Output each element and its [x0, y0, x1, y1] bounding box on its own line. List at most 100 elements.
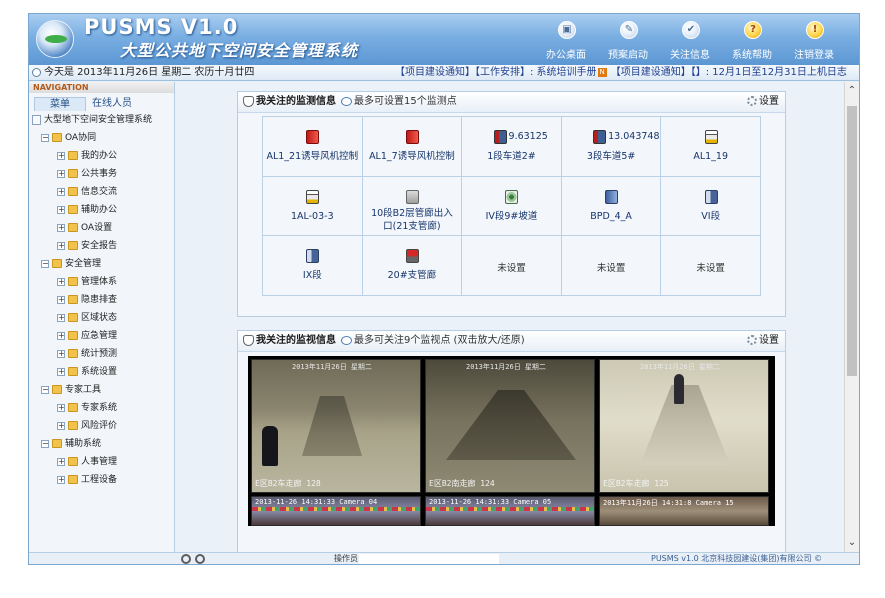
video-title-text: 我关注的监视信息 — [256, 335, 336, 346]
tree-item[interactable]: + 人事管理 — [57, 454, 117, 470]
monitor-label: AL1_7诱导风机控制 — [369, 151, 455, 162]
video-feed[interactable]: 2013年11月26日 14:31:8 Camera 15 — [599, 496, 769, 526]
tree-item-label: 专家系统 — [81, 403, 118, 413]
notice-text-2[interactable]: 【项目建设通知】【】: 12月1日至12月31日上机日志 — [608, 67, 847, 78]
shelf-strip — [426, 507, 594, 511]
tree-group[interactable]: − 安全管理 — [41, 256, 101, 272]
tree-item[interactable]: + 管理体系 — [57, 274, 117, 290]
notice-marquee[interactable]: 【项目建设通知】【工作安排】: 系统培训手册 N 【项目建设通知】【】: 12月1… — [395, 65, 847, 80]
monitor-label: IV段9#坡道 — [485, 210, 538, 222]
tree-item[interactable]: + 隐患排查 — [57, 292, 117, 308]
date-text: 今天是 2013年11月26日 星期二 农历十月廿四 — [44, 67, 255, 78]
tree-group[interactable]: − 专家工具 — [41, 382, 101, 398]
video-timestamp: 2013-11-26 14:31:33 Camera 05 — [429, 498, 552, 506]
sidebar: NAVIGATION 菜单 在线人员 大型地下空间安全管理系统 − OA协同 + 我的办… — [29, 82, 175, 552]
monitor-point[interactable]: 9.63125 1段车道2# — [462, 117, 562, 177]
expand-icon[interactable]: + — [57, 457, 65, 466]
tree-item[interactable]: + 应急管理 — [57, 328, 117, 344]
collapse-icon[interactable]: − — [41, 259, 49, 268]
expand-icon[interactable]: + — [57, 151, 65, 160]
tree-item[interactable]: + 工程设备 — [57, 472, 117, 488]
video-label: E区B2南走廊 124 — [429, 479, 495, 488]
monitor-title-text: 我关注的监测信息 — [256, 96, 336, 107]
expand-icon[interactable]: + — [57, 277, 65, 286]
video-feed[interactable]: 2013-11-26 14:31:33 Camera 05 — [425, 496, 595, 526]
monitor-point[interactable]: AL1_21诱导风机控制 — [263, 117, 363, 177]
expand-icon[interactable]: + — [57, 475, 65, 484]
expand-icon[interactable]: + — [57, 169, 65, 178]
prev-circle-button[interactable] — [181, 554, 191, 564]
tree-item-label: 风险评价 — [81, 421, 118, 431]
monitor-panel: 我关注的监测信息 最多可设置15个监测点 设置 AL1_21诱导风机控制 AL1_… — [237, 91, 786, 317]
tree-item[interactable]: + OA设置 — [57, 220, 112, 236]
monitor-point[interactable]: AL1_19 — [661, 117, 761, 177]
folder-icon — [68, 151, 78, 160]
collapse-icon[interactable]: − — [41, 385, 49, 394]
vertical-scrollbar[interactable]: ⌃ ⌄ — [844, 82, 859, 552]
tree-item[interactable]: + 信息交流 — [57, 184, 117, 200]
monitor-point[interactable]: BPD_4_A — [561, 176, 662, 237]
expand-icon[interactable]: + — [57, 349, 65, 358]
video-settings-button[interactable]: 设置 — [747, 331, 779, 351]
unset-label: 未设置 — [696, 263, 725, 275]
tree-item-label: 人事管理 — [81, 457, 118, 467]
tree-item[interactable]: + 安全报告 — [57, 238, 117, 254]
tree-group[interactable]: − OA协同 — [41, 130, 96, 146]
monitor-point[interactable]: 20#支管廊 — [362, 236, 463, 296]
expand-icon[interactable]: + — [57, 421, 65, 430]
collapse-icon[interactable]: − — [41, 133, 49, 142]
monitor-point[interactable]: 未设置 — [661, 236, 761, 296]
expand-icon[interactable]: + — [57, 313, 65, 322]
toolbar-button[interactable]: ▣ 办公桌面 — [535, 18, 597, 62]
tab-online-users[interactable]: 在线人员 — [86, 97, 138, 111]
tree-item[interactable]: + 我的办公 — [57, 148, 117, 164]
monitor-point[interactable]: AL1_7诱导风机控制 — [362, 117, 463, 177]
monitor-point[interactable]: 1AL-03-3 — [263, 176, 363, 237]
tree-group[interactable]: − 辅助系统 — [41, 436, 101, 452]
expand-icon[interactable]: + — [57, 205, 65, 214]
expand-icon[interactable]: + — [57, 331, 65, 340]
expand-icon[interactable]: + — [57, 223, 65, 232]
expand-icon[interactable]: + — [57, 241, 65, 250]
next-circle-button[interactable] — [195, 554, 205, 564]
toolbar-button[interactable]: ✎ 预案启动 — [597, 18, 659, 62]
tree-item[interactable]: + 区域状态 — [57, 310, 117, 326]
video-feed[interactable]: 2013-11-26 14:31:33 Camera 04 — [251, 496, 421, 526]
notice-text[interactable]: 【项目建设通知】【工作安排】: 系统培训手册 — [395, 67, 597, 78]
focus-icon: ✔ — [682, 21, 700, 39]
monitor-label: 1AL-03-3 — [290, 210, 334, 222]
video-feed[interactable]: 2013年11月26日 星期二 E区B2车走廊 128 — [251, 359, 421, 493]
tab-menu[interactable]: 菜单 — [34, 97, 86, 111]
expand-icon[interactable]: + — [57, 367, 65, 376]
collapse-icon[interactable]: − — [41, 439, 49, 448]
scroll-thumb[interactable] — [847, 106, 857, 376]
tree-item[interactable]: + 统计预测 — [57, 346, 117, 362]
monitor-point[interactable]: 未设置 — [462, 236, 562, 296]
tree-item[interactable]: + 公共事务 — [57, 166, 117, 182]
chevron-down-icon[interactable]: ⌄ — [845, 536, 859, 550]
video-feed[interactable]: 2013年11月26日 星期二 E区B2车走廊 125 — [599, 359, 769, 493]
monitor-point[interactable]: 10段B2层管廊出入口(21支管廊) — [362, 176, 463, 237]
video-feed[interactable]: 2013年11月26日 星期二 E区B2南走廊 124 — [425, 359, 595, 493]
chevron-up-icon[interactable]: ⌃ — [845, 84, 859, 98]
tree-item[interactable]: + 辅助办公 — [57, 202, 117, 218]
tree-item[interactable]: + 风险评价 — [57, 418, 117, 434]
monitor-point[interactable]: IV段9#坡道 — [462, 176, 562, 237]
tree-root[interactable]: 大型地下空间安全管理系统 — [32, 112, 152, 128]
expand-icon[interactable]: + — [57, 187, 65, 196]
toolbar-button[interactable]: ? 系统帮助 — [721, 18, 783, 62]
tree-item[interactable]: + 系统设置 — [57, 364, 117, 380]
video-timestamp: 2013年11月26日 星期二 — [640, 363, 720, 371]
toolbar-button[interactable]: ✔ 关注信息 — [659, 18, 721, 62]
monitor-point[interactable]: 13.043748 3段车道5# — [561, 117, 662, 177]
monitor-settings-button[interactable]: 设置 — [747, 92, 779, 112]
expand-icon[interactable]: + — [57, 403, 65, 412]
unset-label: 未设置 — [596, 263, 626, 275]
monitor-point[interactable]: 未设置 — [561, 236, 662, 296]
expand-icon[interactable]: + — [57, 295, 65, 304]
tree-item[interactable]: + 专家系统 — [57, 400, 117, 416]
monitor-grid: AL1_21诱导风机控制 AL1_7诱导风机控制 9.63125 1段车道2# 13.0… — [262, 116, 761, 296]
monitor-point[interactable]: VI段 — [661, 176, 761, 237]
monitor-point[interactable]: IX段 — [263, 236, 363, 296]
toolbar-button[interactable]: ! 注销登录 — [783, 18, 845, 62]
